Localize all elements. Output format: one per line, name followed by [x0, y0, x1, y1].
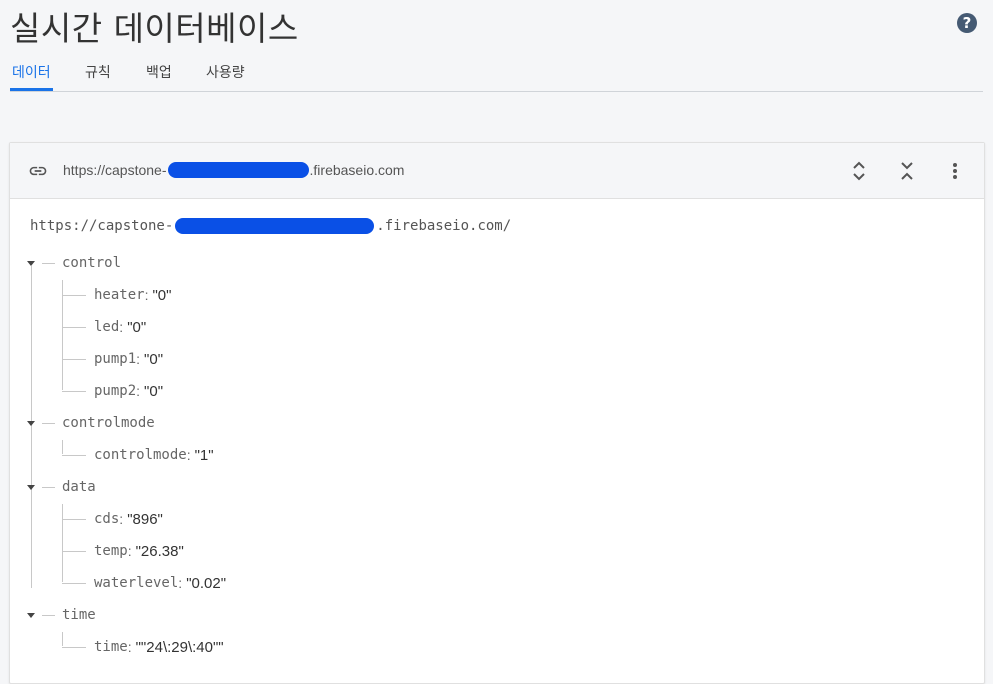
tree-leaf[interactable]: temp: "26.38": [94, 535, 184, 567]
tree-node-controlmode[interactable]: controlmode: [62, 407, 155, 439]
root-url-suffix: .firebaseio.com/: [376, 218, 512, 234]
tree-leaf[interactable]: time: ""24\:29\:40"": [94, 631, 224, 663]
root-url-prefix: https://capstone-: [30, 218, 174, 234]
expand-icon[interactable]: [850, 160, 868, 187]
redacted-region: [167, 162, 309, 178]
database-card: https://capstone- .firebaseio.com https:…: [9, 142, 985, 684]
page-title: 실시간 데이터베이스: [10, 9, 299, 48]
collapse-arrow-icon[interactable]: [27, 613, 35, 618]
tree-leaf[interactable]: waterlevel: "0.02": [94, 567, 226, 599]
tab-usage[interactable]: 사용량: [206, 62, 245, 82]
collapse-icon[interactable]: [898, 160, 916, 187]
active-tab-indicator: [10, 88, 53, 91]
tree-root-url[interactable]: https://capstone- .firebaseio.com/: [30, 218, 511, 234]
tree-node-time[interactable]: time: [62, 599, 96, 631]
tree-node-control[interactable]: control: [62, 247, 121, 279]
tree-leaf[interactable]: led: "0": [94, 311, 146, 343]
tab-backup[interactable]: 백업: [146, 62, 172, 82]
url-suffix: .firebaseio.com: [309, 162, 405, 178]
more-vert-icon[interactable]: [946, 160, 964, 187]
tab-data[interactable]: 데이터: [12, 62, 51, 82]
data-tree: https://capstone- .firebaseio.com/ contr…: [10, 200, 984, 683]
link-icon: [28, 161, 48, 186]
tab-bar: 데이터 규칙 백업 사용량: [10, 58, 983, 92]
tree-leaf[interactable]: pump2: "0": [94, 375, 163, 407]
url-prefix: https://capstone-: [63, 162, 167, 178]
tree-leaf[interactable]: controlmode: "1": [94, 439, 214, 471]
page-header: 실시간 데이터베이스 ? 데이터 규칙 백업 사용량: [0, 0, 993, 140]
help-icon[interactable]: ?: [957, 13, 977, 33]
collapse-arrow-icon[interactable]: [27, 421, 35, 426]
tree-leaf[interactable]: pump1: "0": [94, 343, 163, 375]
database-url[interactable]: https://capstone- .firebaseio.com: [63, 162, 404, 178]
tree-node-data[interactable]: data: [62, 471, 96, 503]
tab-rules[interactable]: 규칙: [85, 62, 111, 82]
collapse-arrow-icon[interactable]: [27, 485, 35, 490]
redacted-region: [175, 218, 375, 234]
card-toolbar: https://capstone- .firebaseio.com: [10, 143, 984, 199]
tree-leaf[interactable]: cds: "896": [94, 503, 163, 535]
tree-leaf[interactable]: heater: "0": [94, 279, 171, 311]
